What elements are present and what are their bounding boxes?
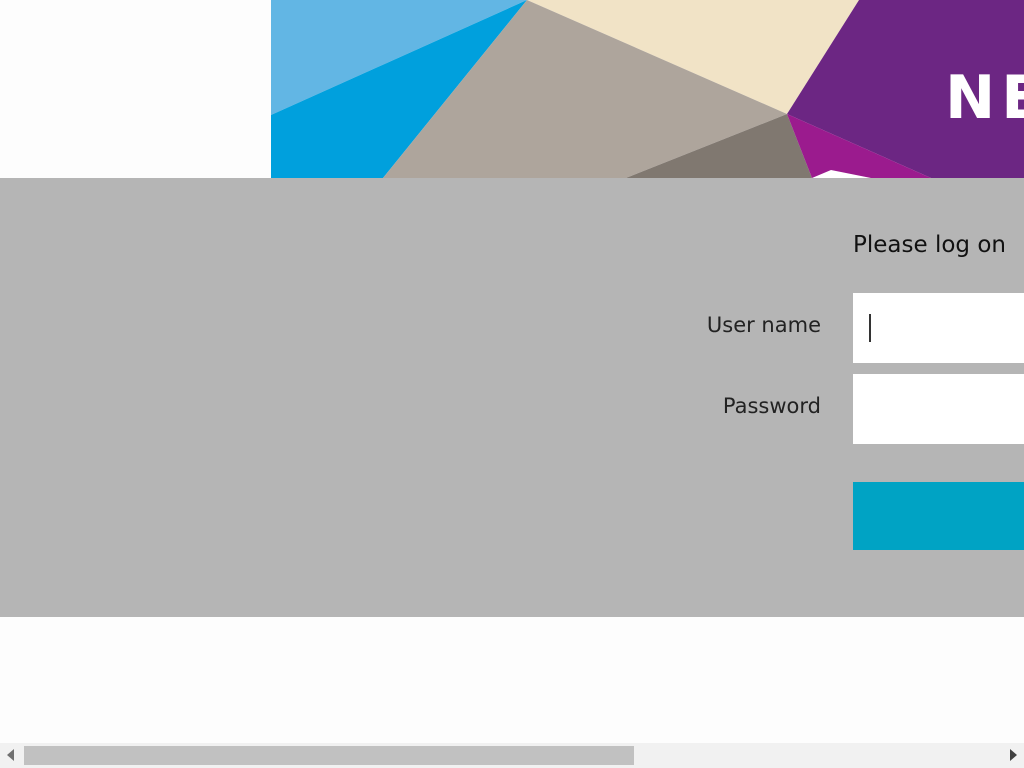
scroll-left-button[interactable]	[0, 743, 22, 768]
scroll-right-arrow-icon	[1010, 749, 1017, 761]
horizontal-scrollbar[interactable]	[0, 743, 1024, 768]
header-banner: NE	[271, 0, 1024, 178]
username-input[interactable]	[853, 293, 1024, 363]
text-cursor	[869, 314, 871, 342]
login-title: Please log on	[853, 232, 1006, 258]
password-label: Password	[722, 394, 821, 418]
username-label: User name	[706, 313, 821, 337]
password-input[interactable]	[853, 374, 1024, 444]
scroll-left-arrow-icon	[7, 749, 14, 761]
scroll-right-button[interactable]	[1002, 743, 1024, 768]
brand-logo-text: NE	[945, 63, 1024, 133]
log-on-button[interactable]	[853, 482, 1024, 550]
scrollbar-thumb[interactable]	[24, 746, 634, 765]
browser-viewport: NE Please log on User name Password	[0, 0, 1024, 768]
login-panel: Please log on User name Password	[0, 178, 1024, 617]
banner-graphic	[271, 0, 1024, 178]
